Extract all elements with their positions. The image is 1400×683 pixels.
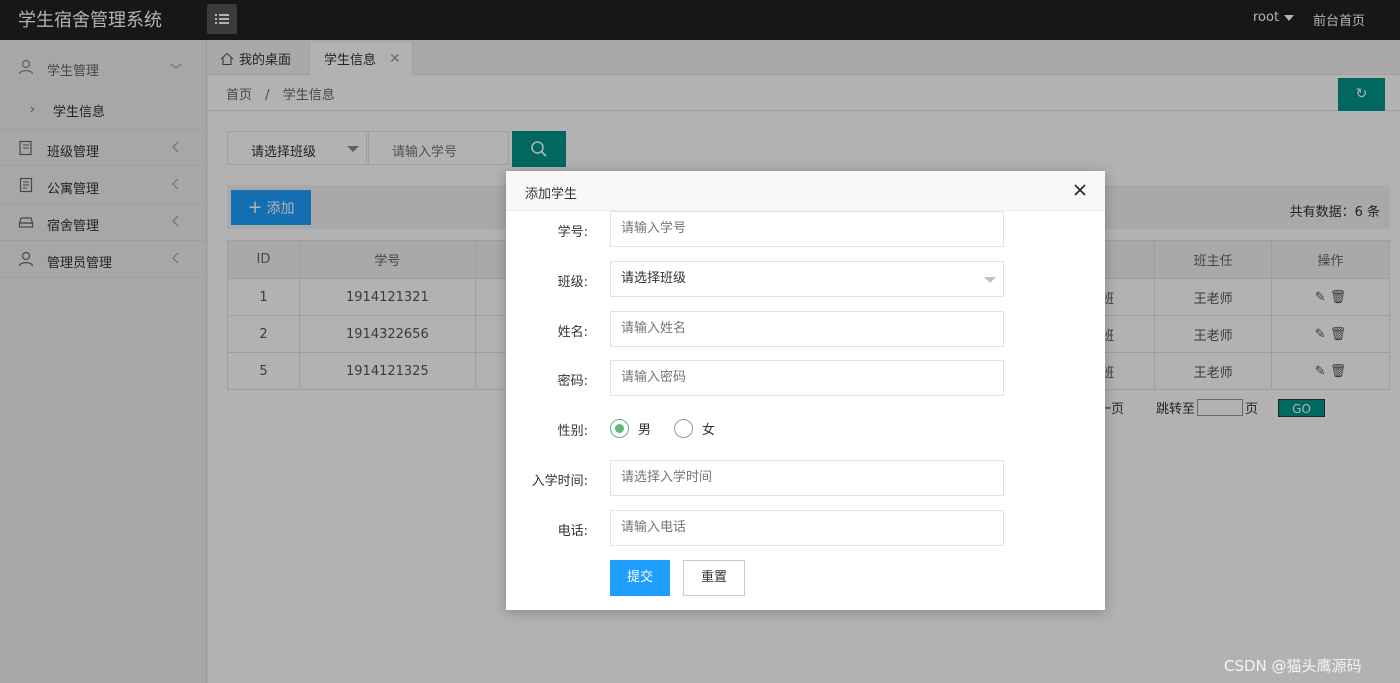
add-student-dialog: 添加学生 学号: 请输入学号 班级: 请选择班级 姓名: 请输入姓名 密码: 请… [506, 171, 1105, 610]
gender-label: 性别: [557, 424, 588, 439]
watermark: CSDN @猫头鹰源码 [1224, 657, 1362, 675]
close-icon[interactable] [1072, 182, 1088, 198]
class-select[interactable]: 请选择班级 [610, 261, 1004, 297]
dialog-header: 添加学生 [506, 171, 1105, 211]
class-select-value: 请选择班级 [621, 271, 687, 286]
submit-button[interactable]: 提交 [610, 560, 670, 596]
radio-label: 女 [702, 423, 716, 438]
phone-label: 电话: [557, 524, 588, 539]
phone-field[interactable]: 请输入电话 [610, 510, 1004, 546]
enroll-time-field[interactable]: 请选择入学时间 [610, 460, 1004, 496]
name-field[interactable]: 请输入姓名 [610, 311, 1004, 347]
password-label: 密码: [557, 374, 588, 389]
triangle-down-icon [984, 277, 996, 283]
name-label: 姓名: [557, 325, 588, 340]
radio-label: 男 [638, 423, 652, 438]
student-no-label: 学号: [557, 225, 588, 240]
radio-unchecked-icon [674, 419, 693, 438]
student-no-field[interactable]: 请输入学号 [610, 211, 1004, 247]
radio-checked-icon [610, 419, 629, 438]
gender-radio-female[interactable]: 女 [674, 419, 715, 438]
password-field[interactable]: 请输入密码 [610, 360, 1004, 396]
class-label: 班级: [557, 275, 588, 290]
gender-radio-male[interactable]: 男 [610, 419, 651, 438]
reset-button[interactable]: 重置 [683, 560, 745, 596]
enroll-time-label: 入学时间: [531, 474, 588, 489]
dialog-title: 添加学生 [525, 187, 578, 202]
